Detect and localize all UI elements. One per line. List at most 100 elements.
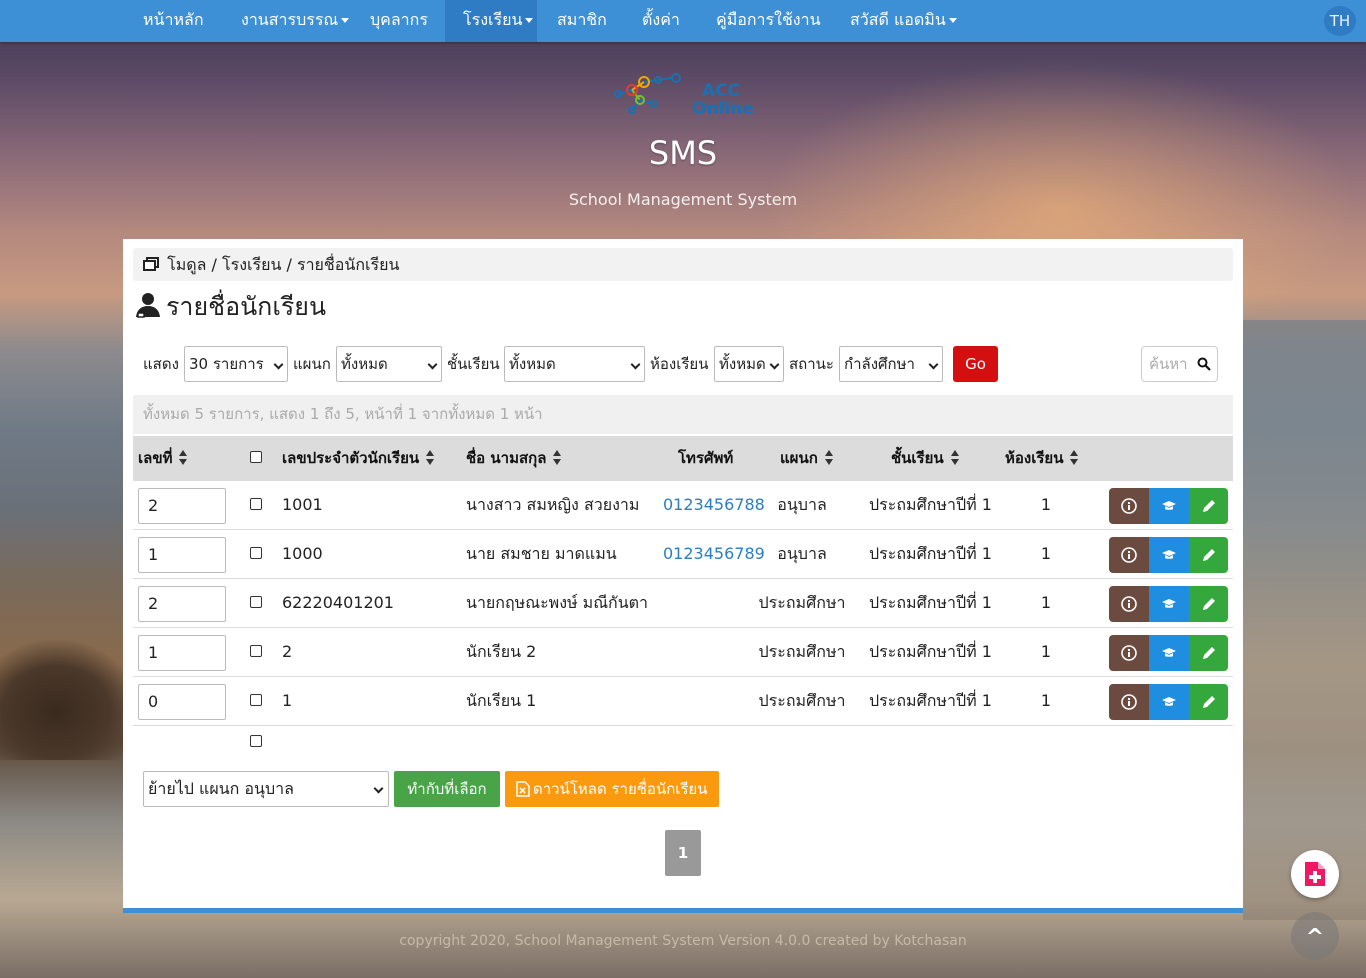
pencil-icon [1203, 647, 1215, 659]
info-button[interactable] [1109, 586, 1149, 622]
checkbox-icon [250, 451, 262, 463]
order-number-input[interactable]: 0 [138, 684, 226, 720]
grade-button[interactable] [1149, 586, 1189, 622]
table-row: 1 2 นักเรียน 2 ประถมศึกษา ประถมศึกษาปีที่ 1 1 [133, 628, 1233, 677]
row-checkbox[interactable] [250, 579, 262, 626]
department: ประถมศึกษา [758, 593, 846, 612]
room-label: ห้องเรียน [650, 355, 709, 373]
order-number-input[interactable]: 2 [138, 488, 226, 524]
room-select[interactable]: ทั้งหมด [714, 346, 784, 382]
edit-button[interactable] [1189, 488, 1228, 524]
grade-button[interactable] [1149, 488, 1189, 524]
checkbox-icon [250, 596, 262, 608]
nav-item-settings[interactable]: ตั้งค่า [642, 0, 680, 42]
nav-item-members[interactable]: สมาชิก [557, 0, 607, 42]
info-icon [1121, 498, 1137, 514]
row-checkbox[interactable] [250, 481, 262, 528]
table-row: 2 1001 นางสาว สมหญิง สวยงาม 0123456788 อนุบา… [133, 481, 1233, 530]
level: ประถมศึกษาปีที่ 1 [869, 691, 992, 710]
level-select[interactable]: ทั้งหมด [504, 346, 645, 382]
apply-selected-button[interactable]: ทำกับที่เลือก [394, 771, 500, 807]
go-button[interactable]: Go [953, 346, 998, 382]
checkbox-icon [250, 498, 262, 510]
info-button[interactable] [1109, 488, 1149, 524]
edit-button[interactable] [1189, 684, 1228, 720]
row-checkbox[interactable] [250, 677, 262, 724]
th-label: ชื่อ นามสกุล [466, 449, 547, 467]
edit-button[interactable] [1189, 537, 1228, 573]
sort-icon [425, 450, 435, 466]
caret-down-icon [948, 18, 957, 23]
grade-button[interactable] [1149, 635, 1189, 671]
th-department[interactable]: แผนก [780, 436, 834, 481]
nav-item-documents[interactable]: งานสารบรรณ [241, 0, 350, 42]
nav-item-user-menu[interactable]: สวัสดี แอดมิน [850, 0, 957, 42]
move-to-select[interactable]: ย้ายไป แผนก อนุบาล [143, 771, 389, 807]
row-checkbox[interactable] [250, 530, 262, 577]
page-title: รายชื่อนักเรียน [133, 291, 326, 323]
status-select[interactable]: กำลังศึกษา [839, 346, 943, 382]
level-select-value: ทั้งหมด [509, 355, 556, 373]
chevron-down-icon [928, 359, 939, 370]
top-navbar: หน้าหลัก งานสารบรรณ บุคลากร โรงเรียน สมา… [0, 0, 1366, 42]
scroll-to-top-button[interactable]: ^ [1291, 912, 1339, 960]
nav-label: ตั้งค่า [642, 10, 680, 29]
status-label: สถานะ [789, 355, 834, 373]
add-document-button[interactable] [1291, 850, 1339, 898]
language-switcher[interactable]: TH [1324, 6, 1356, 36]
show-select[interactable]: 30 รายการ [184, 346, 288, 382]
background-sea [1243, 320, 1366, 920]
order-number-input[interactable]: 1 [138, 635, 226, 671]
pagination-page-1[interactable]: 1 [665, 830, 701, 876]
checkbox-icon [250, 645, 262, 657]
page-title-text: รายชื่อนักเรียน [166, 292, 327, 321]
caret-down-icon [341, 18, 350, 23]
footer-checkbox[interactable] [250, 733, 262, 751]
student-id: 1000 [282, 544, 323, 563]
nav-item-home[interactable]: หน้าหลัก [143, 0, 204, 42]
edit-button[interactable] [1189, 586, 1228, 622]
department: ประถมศึกษา [758, 642, 846, 661]
grade-button[interactable] [1149, 537, 1189, 573]
select-all-checkbox[interactable] [250, 436, 262, 481]
nav-label: สวัสดี แอดมิน [850, 10, 946, 29]
th-no[interactable]: เลขที่ [138, 436, 188, 481]
th-label: เลขประจำตัวนักเรียน [282, 449, 420, 467]
nav-item-manual[interactable]: คู่มือการใช้งาน [716, 0, 821, 42]
breadcrumb-school[interactable]: โรงเรียน [222, 255, 281, 274]
order-number-input[interactable]: 1 [138, 537, 226, 573]
logo-text-line1: ACC [702, 81, 741, 101]
grade-button[interactable] [1149, 684, 1189, 720]
th-level[interactable]: ชั้นเรียน [891, 436, 960, 481]
row-checkbox[interactable] [250, 628, 262, 675]
th-label: โทรศัพท์ [678, 449, 734, 467]
student-id: 2 [282, 642, 293, 661]
nav-item-school[interactable]: โรงเรียน [445, 0, 537, 42]
search-input[interactable]: ค้นหา [1141, 346, 1218, 382]
sort-icon [552, 450, 562, 466]
th-phone: โทรศัพท์ [678, 436, 733, 481]
table-row: 1 1000 นาย สมชาย มาดแมน 0123456789 อนุบาล ประ… [133, 530, 1233, 579]
order-number-input[interactable]: 2 [138, 586, 226, 622]
department-select[interactable]: ทั้งหมด [336, 346, 442, 382]
search-icon[interactable] [1197, 357, 1211, 371]
th-name[interactable]: ชื่อ นามสกุล [466, 436, 562, 481]
chevron-down-icon [630, 359, 641, 370]
info-button[interactable] [1109, 635, 1149, 671]
info-button[interactable] [1109, 684, 1149, 720]
department-label: แผนก [293, 355, 331, 373]
excel-file-icon [516, 781, 530, 797]
row-actions [1109, 635, 1228, 671]
room: 1 [1040, 593, 1052, 612]
info-icon [1121, 547, 1137, 563]
level-label: ชั้นเรียน [447, 355, 500, 373]
edit-button[interactable] [1189, 635, 1228, 671]
breadcrumb-module[interactable]: โมดูล [167, 255, 206, 274]
th-student-id[interactable]: เลขประจำตัวนักเรียน [282, 436, 435, 481]
table-header: เลขที่ เลขประจำตัวนักเรียน ชื่อ นามสกุล … [133, 436, 1233, 481]
info-button[interactable] [1109, 537, 1149, 573]
th-room[interactable]: ห้องเรียน [1005, 436, 1079, 481]
room: 1 [1040, 495, 1052, 514]
download-students-button[interactable]: ดาวน์โหลด รายชื่อนักเรียน [505, 771, 719, 807]
nav-item-personnel[interactable]: บุคลากร [370, 0, 428, 42]
